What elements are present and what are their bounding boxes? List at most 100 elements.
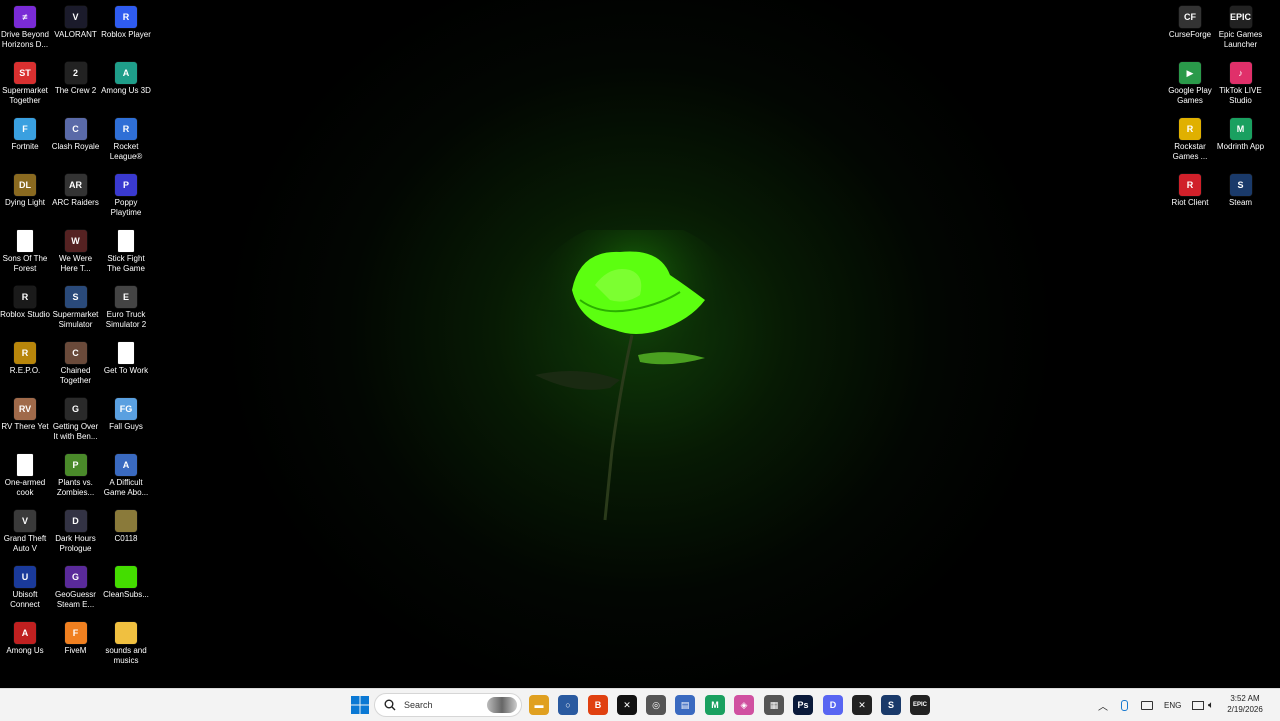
taskbar-notepad-icon[interactable]: ▤ — [675, 695, 695, 715]
taskbar-file-explorer-icon[interactable]: ▬ — [529, 695, 549, 715]
desktop-icon-label: One-armed cook — [4, 478, 46, 497]
taskbar-gpu-app-icon[interactable]: ◎ — [646, 695, 666, 715]
network-icon[interactable] — [1192, 689, 1204, 721]
desktop-icon-epic-games-launcher[interactable]: EPIC Epic Games Launcher — [1216, 4, 1266, 60]
desktop-icon-rockstar-games[interactable]: R Rockstar Games ... — [1165, 116, 1215, 172]
desktop-icon-getting-over-it[interactable]: G Getting Over It with Ben... — [51, 396, 101, 452]
taskbar-search-box[interactable]: Search — [374, 693, 522, 717]
desktop-icon-fall-guys[interactable]: FG Fall Guys — [101, 396, 151, 452]
desktop-icon-label: Rockstar Games ... — [1172, 142, 1208, 161]
desktop-icon-label: Get To Work — [103, 366, 149, 375]
desktop-icon-among-us[interactable]: A Among Us — [0, 620, 50, 676]
desktop-icon-valorant[interactable]: V VALORANT — [51, 4, 101, 60]
desktop-icon-google-play-games[interactable]: ▶ Google Play Games — [1165, 60, 1215, 116]
desktop-icon-label: Sons Of The Forest — [2, 254, 48, 273]
taskbar-photos-icon[interactable]: ◈ — [734, 695, 754, 715]
desktop-icon-modrinth-app[interactable]: M Modrinth App — [1216, 116, 1266, 172]
desktop-icon-rv-there-yet[interactable]: RV RV There Yet — [0, 396, 50, 452]
desktop-icon-rocket-league[interactable]: R Rocket League® — [101, 116, 151, 172]
dark-hours-prologue-icon: D — [64, 510, 87, 532]
windows-start-icon[interactable] — [351, 696, 369, 714]
arc-raiders-icon: AR — [64, 174, 87, 196]
desktop-icon-c0118[interactable]: C0118 — [101, 508, 151, 564]
desktop-icon-grand-theft-auto-v[interactable]: V Grand Theft Auto V — [0, 508, 50, 564]
desktop-icon-supermarket-together[interactable]: ST Supermarket Together — [0, 60, 50, 116]
desktop-icon-label: The Crew 2 — [54, 86, 97, 95]
taskbar-modrinth-icon[interactable]: M — [705, 695, 725, 715]
desktop-icon-supermarket-simulator[interactable]: S Supermarket Simulator — [51, 284, 101, 340]
taskbar-epic-games-icon[interactable]: EPIC — [910, 695, 930, 715]
show-hidden-icons-button[interactable]: ︿ — [1098, 689, 1108, 721]
desktop-icon-label: Fall Guys — [109, 422, 143, 431]
desktop-icon-poppy-playtime[interactable]: P Poppy Playtime — [101, 172, 151, 228]
desktop-icon-drive-beyond-horizons[interactable]: ≠ Drive Beyond Horizons D... — [0, 4, 50, 60]
desktop-icon-label: Stick Fight The Game — [107, 254, 145, 273]
ubisoft-connect-icon: U — [14, 566, 36, 588]
desktop-icon-clash-royale[interactable]: C Clash Royale — [51, 116, 101, 172]
search-placeholder: Search — [404, 700, 433, 710]
supermarket-together-icon: ST — [14, 62, 36, 84]
taskbar-discord-icon[interactable]: D — [823, 695, 843, 715]
desktop-icon-we-were-here[interactable]: W We Were Here T... — [51, 228, 101, 284]
rocket-league-icon: R — [115, 118, 137, 140]
desktop-icon-riot-client[interactable]: R Riot Client — [1165, 172, 1215, 228]
desktop-icon-repo[interactable]: R R.E.P.O. — [0, 340, 50, 396]
desktop-icon-steam[interactable]: S Steam — [1216, 172, 1266, 228]
desktop-icon-label: RV There Yet — [1, 422, 49, 431]
desktop-icon-chained-together[interactable]: C Chained Together — [51, 340, 101, 396]
keyboard-icon[interactable] — [1141, 689, 1153, 721]
desktop-icon-sounds-and-musics[interactable]: sounds and musics — [101, 620, 151, 676]
language-indicator[interactable]: ENG — [1164, 689, 1181, 721]
microphone-icon[interactable] — [1121, 689, 1128, 721]
desktop-icon-arc-raiders[interactable]: AR ARC Raiders — [51, 172, 101, 228]
rv-there-yet-icon: RV — [14, 398, 36, 420]
desktop-icon-roblox-player[interactable]: R Roblox Player — [101, 4, 151, 60]
taskbar-cortana-icon[interactable]: ○ — [558, 695, 578, 715]
desktop-icon-label: Plants vs. Zombies... — [56, 478, 95, 497]
riot-client-icon: R — [1179, 174, 1201, 196]
taskbar-brave-icon[interactable]: B — [588, 695, 608, 715]
desktop-icon-label: sounds and musics — [105, 646, 147, 665]
taskbar-calculator-icon[interactable]: ▦ — [764, 695, 784, 715]
clock[interactable]: 3:52 AM 2/19/2026 — [1222, 693, 1268, 715]
desktop-icon-fivem[interactable]: F FiveM — [51, 620, 101, 676]
taskbar-photoshop-icon[interactable]: Ps — [793, 695, 813, 715]
desktop-icon-tiktok-live-studio[interactable]: ♪ TikTok LIVE Studio — [1216, 60, 1266, 116]
taskbar-steam-icon[interactable]: S — [881, 695, 901, 715]
desktop-icon-cleansubs[interactable]: CleanSubs... — [101, 564, 151, 620]
taskbar-curseforge-icon[interactable]: ✕ — [852, 695, 872, 715]
supermarket-simulator-icon: S — [64, 286, 87, 308]
desktop-icon-the-crew-2[interactable]: 2 The Crew 2 — [51, 60, 101, 116]
drive-beyond-horizons-icon: ≠ — [14, 6, 36, 28]
desktop-icon-plants-vs-zombies[interactable]: P Plants vs. Zombies... — [51, 452, 101, 508]
wallpaper-rose — [525, 230, 740, 521]
desktop-icon-among-us-3d[interactable]: A Among Us 3D — [101, 60, 151, 116]
sons-of-the-forest-icon — [17, 230, 33, 252]
desktop-icon-label: Supermarket Together — [2, 86, 48, 105]
desktop-icon-euro-truck-simulator-2[interactable]: E Euro Truck Simulator 2 — [101, 284, 151, 340]
taskbar-capcut-icon[interactable]: ✕ — [617, 695, 637, 715]
desktop-icon-label: CleanSubs... — [103, 590, 149, 599]
desktop-icon-curseforge[interactable]: CF CurseForge — [1165, 4, 1215, 60]
desktop-icon-label: VALORANT — [54, 30, 97, 39]
desktop-icon-geoguessr[interactable]: G GeoGuessr Steam E... — [51, 564, 101, 620]
desktop-icon-roblox-studio[interactable]: R Roblox Studio — [0, 284, 50, 340]
desktop-icon-label: Getting Over It with Ben... — [52, 422, 99, 441]
desktop-icon-dark-hours-prologue[interactable]: D Dark Hours Prologue — [51, 508, 101, 564]
volume-icon[interactable]: 🔈︎ — [1208, 689, 1214, 721]
language-label: ENG — [1164, 700, 1182, 710]
desktop-icon-label: CurseForge — [1168, 30, 1212, 39]
one-armed-cook-icon — [17, 454, 33, 476]
desktop-icon-dying-light[interactable]: DL Dying Light — [0, 172, 50, 228]
desktop-icon-ubisoft-connect[interactable]: U Ubisoft Connect — [0, 564, 50, 620]
desktop-icon-get-to-work[interactable]: Get To Work — [101, 340, 151, 396]
repo-icon: R — [14, 342, 36, 364]
a-difficult-game-icon: A — [115, 454, 137, 476]
desktop-icon-a-difficult-game[interactable]: A A Difficult Game Abo... — [101, 452, 151, 508]
curseforge-icon: CF — [1179, 6, 1201, 28]
desktop-icon-stick-fight[interactable]: Stick Fight The Game — [101, 228, 151, 284]
desktop-icon-one-armed-cook[interactable]: One-armed cook — [0, 452, 50, 508]
desktop-icon-label: Steam — [1228, 198, 1253, 207]
desktop-icon-sons-of-the-forest[interactable]: Sons Of The Forest — [0, 228, 50, 284]
desktop-icon-fortnite[interactable]: F Fortnite — [0, 116, 50, 172]
